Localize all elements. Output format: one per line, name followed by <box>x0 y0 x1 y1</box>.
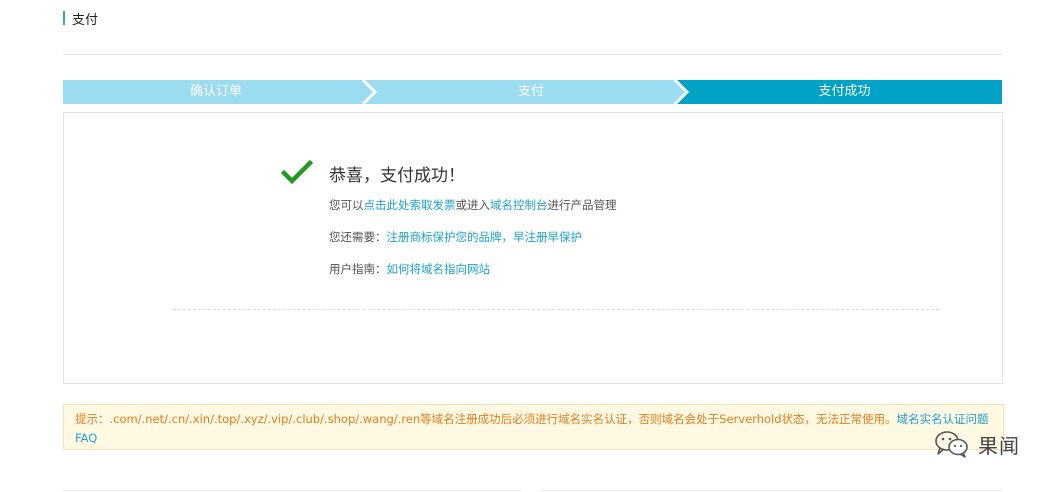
page-title: 支付 <box>72 12 99 28</box>
header-divider <box>63 54 1002 55</box>
register-trademark-link[interactable]: 注册商标保护您的品牌，早注册早保护 <box>387 230 583 244</box>
request-invoice-link[interactable]: 点击此处索取发票 <box>364 198 456 212</box>
step-payment-success: 支付成功 <box>818 84 871 99</box>
invoice-line-middle: 或进入 <box>455 198 491 212</box>
success-title: 恭喜，支付成功！ <box>329 166 465 186</box>
bottom-divider-left <box>63 490 521 491</box>
step-confirm-order: 确认订单 <box>189 84 242 99</box>
progress-steps: 确认订单 支付 支付成功 <box>63 80 1002 104</box>
domain-to-website-guide-link[interactable]: 如何将域名指向网站 <box>387 262 491 276</box>
trademark-line: 您还需要：注册商标保护您的品牌，早注册早保护 <box>329 229 582 245</box>
bottom-divider-right <box>541 490 1002 491</box>
invoice-line-prefix: 您可以 <box>329 198 364 212</box>
dashed-divider <box>173 309 939 310</box>
success-panel: 恭喜，支付成功！ 您可以点击此处索取发票或进入域名控制台进行产品管理 您还需要：… <box>63 112 1003 384</box>
page-header: 支付 <box>63 9 99 28</box>
invoice-line-suffix: 进行产品管理 <box>547 198 617 212</box>
header-accent-bar <box>63 11 65 25</box>
trademark-line-prefix: 您还需要： <box>329 230 387 244</box>
check-icon <box>281 160 313 185</box>
guide-line-prefix: 用户指南： <box>329 262 387 276</box>
domain-console-link[interactable]: 域名控制台 <box>490 198 548 212</box>
watermark-text: 果闻 <box>978 433 1020 458</box>
step-payment: 支付 <box>517 84 544 99</box>
invoice-line: 您可以点击此处索取发票或进入域名控制台进行产品管理 <box>329 197 617 213</box>
guide-line: 用户指南：如何将域名指向网站 <box>329 261 490 277</box>
watermark: 果闻 <box>934 429 1020 459</box>
notice-text: 提示：.com/.net/.cn/.xin/.top/.xyz/.vip/.cl… <box>75 412 897 426</box>
wechat-icon <box>935 431 968 458</box>
realname-notice: 提示：.com/.net/.cn/.xin/.top/.xyz/.vip/.cl… <box>63 404 1004 450</box>
